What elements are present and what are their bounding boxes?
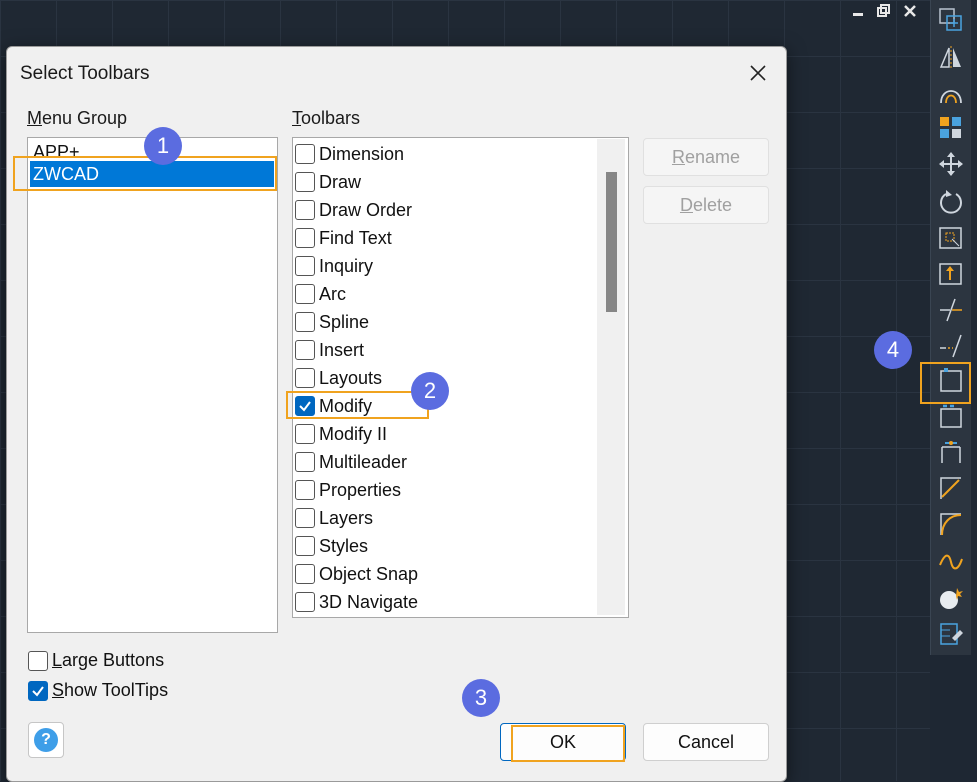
trim-icon[interactable]	[935, 294, 967, 326]
break-icon[interactable]	[935, 400, 967, 432]
toolbar-item-label: Modify II	[319, 423, 388, 444]
toolbar-item[interactable]: 3D Navigate	[295, 588, 418, 616]
checkbox[interactable]	[295, 564, 315, 584]
large-buttons-checkbox[interactable]	[28, 650, 48, 671]
checkbox[interactable]	[295, 340, 315, 360]
close-icon[interactable]	[903, 4, 917, 21]
step-badge-1: 1	[144, 127, 182, 165]
toolbar-item[interactable]: Multileader	[295, 448, 407, 476]
extend-icon[interactable]	[935, 330, 967, 362]
restore-icon[interactable]	[877, 4, 891, 21]
large-buttons-label: Large Buttons	[52, 650, 165, 670]
toolbar-item-label: Inquiry	[319, 255, 374, 276]
move-icon[interactable]	[935, 148, 967, 180]
toolbar-item-label: Arc	[319, 283, 346, 304]
toolbars-scrollbar[interactable]	[597, 139, 625, 615]
checkbox[interactable]	[295, 536, 315, 556]
toolbar-item[interactable]: Modify II	[295, 420, 387, 448]
dialog-close-icon[interactable]	[744, 59, 772, 87]
toolbars-label: Toolbars	[292, 108, 361, 128]
large-buttons-option[interactable]: Large Buttons	[28, 650, 164, 671]
minimize-icon[interactable]	[852, 4, 864, 21]
zwcad-highlight-box	[13, 156, 277, 191]
toolbar-item-label: Layers	[319, 507, 374, 528]
toolbar-item[interactable]: Draw	[295, 168, 361, 196]
step-badge-2: 2	[411, 372, 449, 410]
toolbar-item[interactable]: Layers	[295, 504, 373, 532]
array-icon[interactable]	[935, 112, 967, 144]
checkbox[interactable]	[295, 368, 315, 388]
toolbar-item-label: Dimension	[319, 143, 405, 164]
toolbar-item[interactable]: Properties	[295, 476, 401, 504]
toolbar-item-label: Layouts	[319, 367, 383, 388]
toolbar-item-label: 3D Navigate	[319, 591, 419, 612]
toolbar-item-label: Spline	[319, 311, 370, 332]
copy-icon[interactable]	[935, 4, 967, 36]
scrollbar-thumb[interactable]	[606, 172, 617, 312]
checkbox[interactable]	[295, 200, 315, 220]
toolbar-item[interactable]: Object Snap	[295, 560, 418, 588]
cancel-button[interactable]: Cancel	[643, 723, 769, 761]
toolbar-item[interactable]: Find Text	[295, 224, 392, 252]
checkbox[interactable]	[295, 508, 315, 528]
toolbar-item-label: Find Text	[319, 227, 392, 248]
rotate-icon[interactable]	[935, 186, 967, 218]
checkbox[interactable]	[295, 172, 315, 192]
toolbar-item[interactable]: Inquiry	[295, 252, 373, 280]
toolbar-item[interactable]: Arc	[295, 280, 346, 308]
toolbar-item-label: Draw Order	[319, 199, 413, 220]
checkbox[interactable]	[295, 424, 315, 444]
ok-highlight-box	[511, 725, 625, 762]
checkmark-icon	[32, 685, 44, 697]
toolbar-item[interactable]: Styles	[295, 532, 368, 560]
menu-group-label: Menu Group	[27, 108, 128, 128]
checkbox[interactable]	[295, 452, 315, 472]
checkbox[interactable]	[295, 256, 315, 276]
mirror-icon[interactable]	[935, 42, 967, 74]
show-tooltips-option[interactable]: Show ToolTips	[28, 680, 168, 701]
step-badge-3: 3	[462, 679, 500, 717]
toolbar-item-label: Draw	[319, 171, 362, 192]
toolbar-item[interactable]: Draw Order	[295, 196, 412, 224]
show-tooltips-checkbox[interactable]	[28, 680, 48, 701]
toolbar-item-label: Object Snap	[319, 563, 419, 584]
toolbars-list[interactable]: Dimension Draw Draw Order Find Text Inqu…	[292, 137, 629, 618]
edit-hatch-icon[interactable]	[935, 618, 967, 650]
toolbar-item[interactable]: Dimension	[295, 140, 404, 168]
join-icon[interactable]	[935, 436, 967, 468]
checkbox[interactable]	[295, 284, 315, 304]
modify-toolbar	[930, 0, 971, 655]
toolbar-item[interactable]: Layouts	[295, 364, 382, 392]
offset-icon[interactable]	[935, 78, 967, 110]
dialog-title: Select Toolbars	[20, 63, 150, 84]
toolbar-icon-highlight-box	[920, 362, 971, 404]
checkbox[interactable]	[295, 592, 315, 612]
checkbox[interactable]	[295, 480, 315, 500]
toolbar-item[interactable]: Spline	[295, 308, 369, 336]
toolbar-item-label: Properties	[319, 479, 402, 500]
show-tooltips-label: Show ToolTips	[52, 680, 169, 700]
toolbar-item[interactable]: Insert	[295, 336, 364, 364]
toolbar-item-label: Multileader	[319, 451, 408, 472]
stretch-icon[interactable]	[935, 258, 967, 290]
blend-curves-icon[interactable]	[935, 546, 967, 578]
menu-group-list[interactable]: APP+ ZWCAD	[27, 137, 278, 633]
step-badge-4: 4	[874, 331, 912, 369]
fillet-icon[interactable]	[935, 508, 967, 540]
scale-icon[interactable]	[935, 222, 967, 254]
toolbar-item-label: Insert	[319, 339, 365, 360]
help-button[interactable]: ?	[28, 722, 64, 758]
delete-button[interactable]: Delete	[643, 186, 769, 224]
checkbox[interactable]	[295, 312, 315, 332]
checkbox[interactable]	[295, 144, 315, 164]
modify-highlight-box	[286, 391, 429, 419]
explode-icon[interactable]	[935, 582, 967, 614]
chamfer-icon[interactable]	[935, 472, 967, 504]
help-icon: ?	[34, 728, 58, 752]
checkbox[interactable]	[295, 228, 315, 248]
toolbar-item-label: Styles	[319, 535, 369, 556]
rename-button[interactable]: Rename	[643, 138, 769, 176]
